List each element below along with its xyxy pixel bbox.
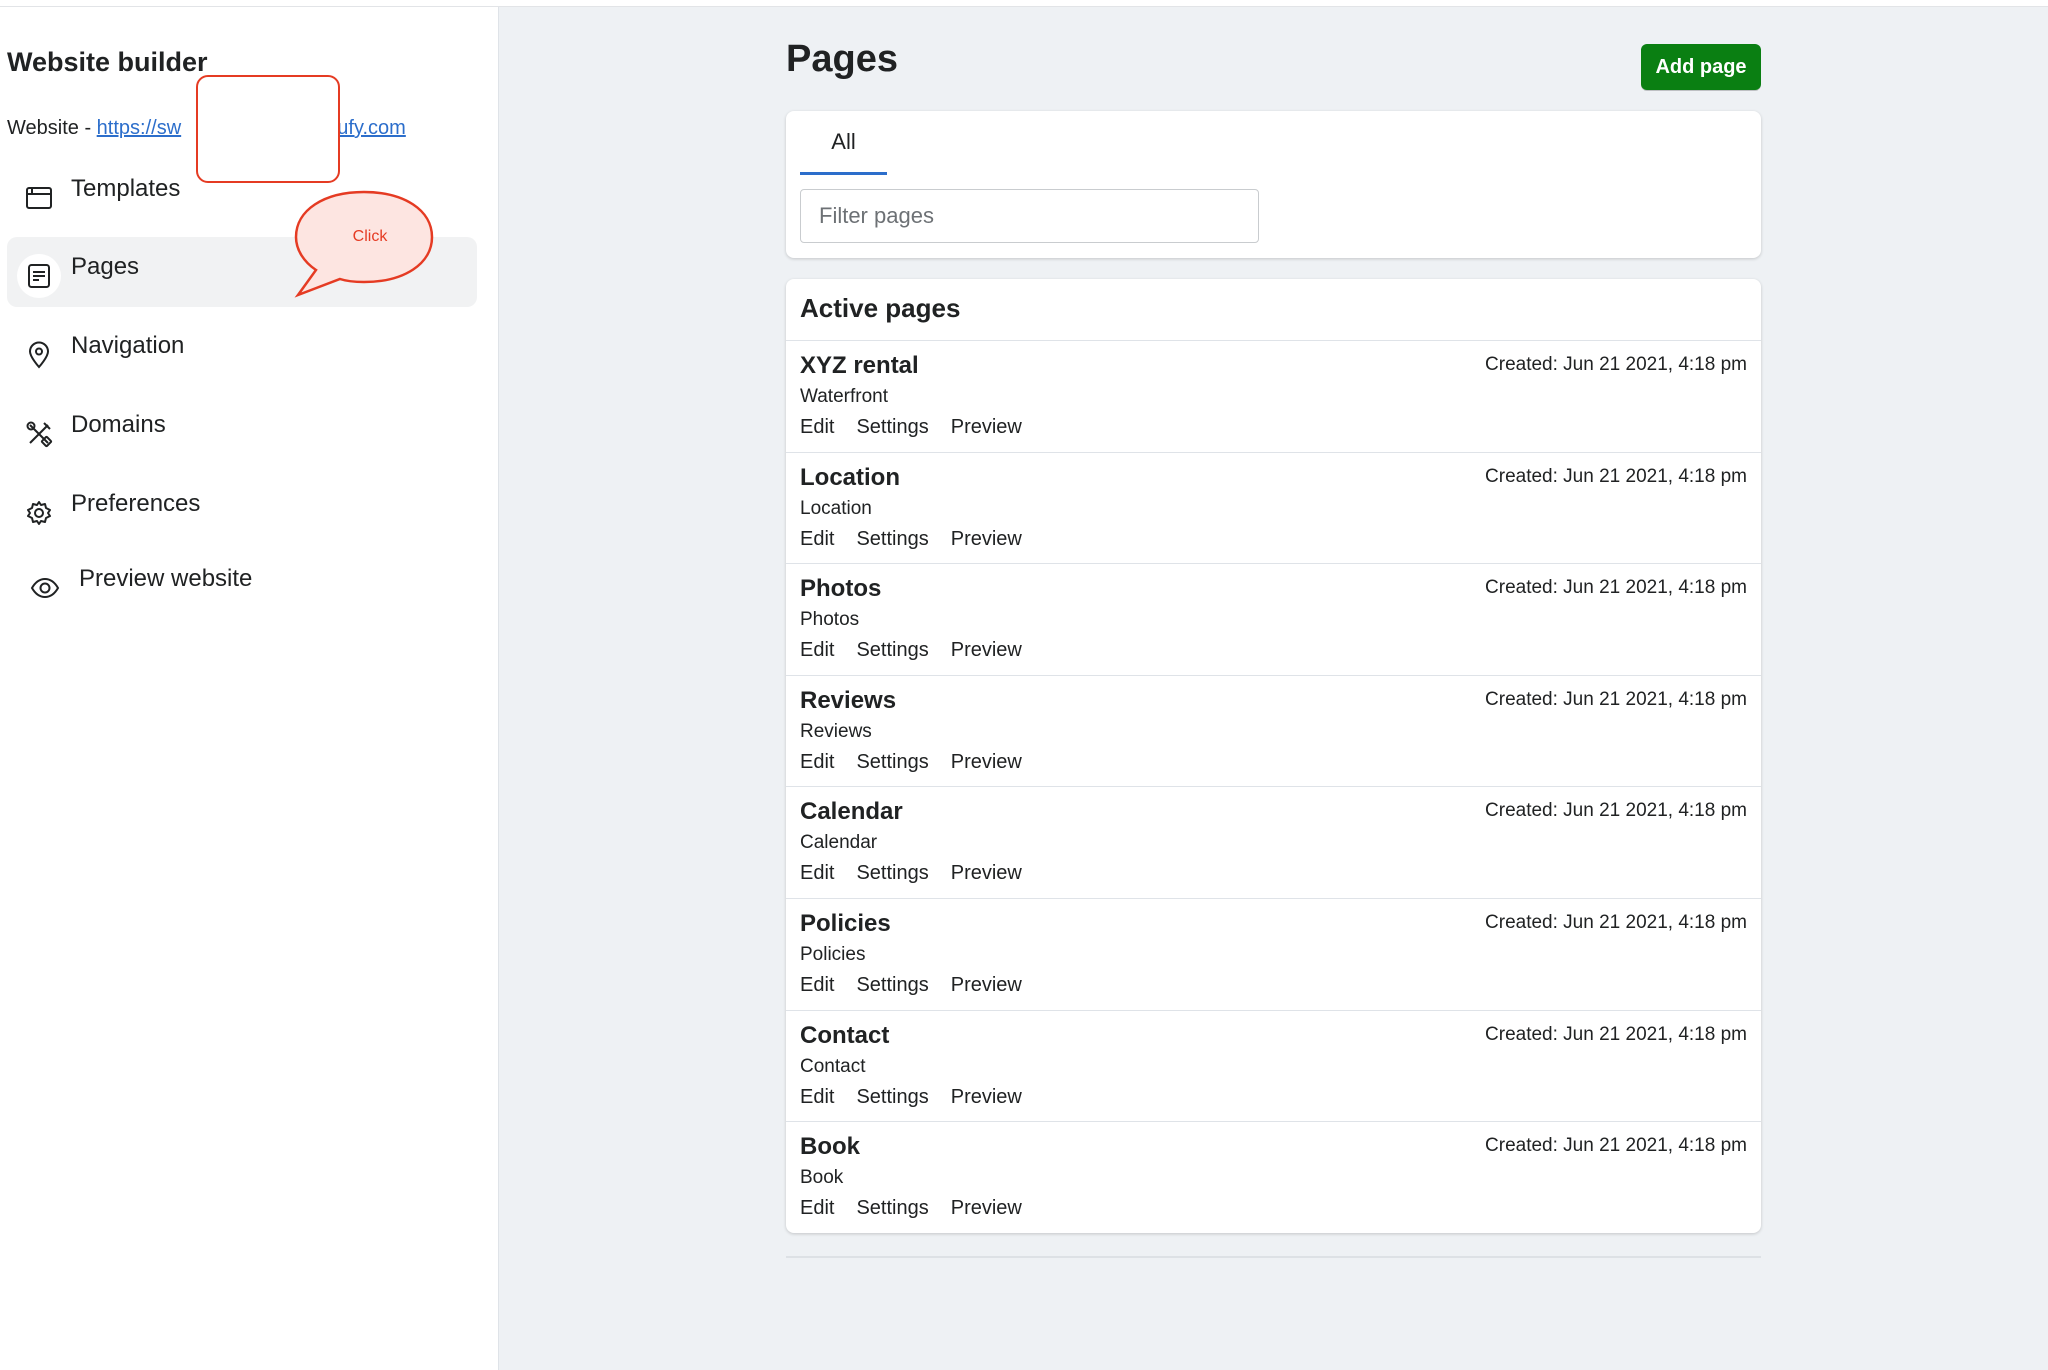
pages-list: XYZ rental Waterfront Created: Jun 21 20…: [786, 340, 1761, 1233]
add-page-button[interactable]: Add page: [1641, 44, 1761, 90]
row-actions: Edit Settings Preview: [800, 862, 1022, 885]
sidebar-item-label: Templates: [71, 175, 181, 202]
page-name: Photos: [800, 575, 882, 603]
sidebar-item-preferences[interactable]: Preferences: [7, 474, 477, 544]
row-actions: Edit Settings Preview: [800, 528, 1022, 551]
page-name: Contact: [800, 1021, 890, 1049]
settings-link[interactable]: Settings: [856, 974, 928, 997]
page-name: XYZ rental: [800, 352, 919, 379]
page-subtitle: Policies: [800, 943, 866, 965]
list-item: Calendar Calendar Created: Jun 21 2021, …: [786, 786, 1761, 898]
sidebar-item-label: Preferences: [71, 490, 201, 517]
page-created-date: Created: Jun 21 2021, 4:18 pm: [1485, 1023, 1747, 1045]
page-subtitle: Location: [800, 497, 872, 519]
sidebar-title: Website builder: [7, 47, 208, 77]
edit-link[interactable]: Edit: [800, 974, 834, 997]
sidebar-item-label: Domains: [71, 411, 166, 438]
page-subtitle: Contact: [800, 1055, 866, 1077]
list-item: Photos Photos Created: Jun 21 2021, 4:18…: [786, 563, 1761, 675]
sidebar-item-domains[interactable]: Domains: [7, 395, 477, 465]
edit-link[interactable]: Edit: [800, 528, 834, 551]
list-item: Reviews Reviews Created: Jun 21 2021, 4:…: [786, 674, 1761, 787]
tools-icon: [17, 412, 61, 456]
speech-bubble-text: Click: [352, 228, 388, 245]
row-actions: Edit Settings Preview: [800, 974, 1022, 997]
row-actions: Edit Settings Preview: [800, 1086, 1022, 1109]
settings-link[interactable]: Settings: [856, 862, 928, 885]
preview-link[interactable]: Preview: [951, 528, 1022, 551]
edit-link[interactable]: Edit: [800, 862, 834, 885]
page-subtitle: Waterfront: [800, 386, 888, 407]
page-created-date: Created: Jun 21 2021, 4:18 pm: [1485, 800, 1747, 822]
page-created-date: Created: Jun 21 2021, 4:18 pm: [1485, 465, 1747, 487]
preview-link[interactable]: Preview: [951, 1197, 1022, 1220]
location-pin-icon: [17, 333, 61, 377]
sidebar-item-label: Navigation: [71, 332, 185, 359]
document-icon: [17, 254, 61, 298]
settings-link[interactable]: Settings: [856, 1086, 928, 1109]
preview-link[interactable]: Preview: [951, 974, 1022, 997]
divider: [786, 1256, 1761, 1258]
page-name: Policies: [800, 909, 891, 937]
gear-icon: [17, 491, 61, 535]
preview-link[interactable]: Preview: [951, 1086, 1022, 1109]
edit-link[interactable]: Edit: [800, 1197, 834, 1220]
page-name: Reviews: [800, 686, 897, 714]
eye-icon: [23, 566, 67, 610]
tab-all[interactable]: All: [800, 111, 887, 175]
page-subtitle: Book: [800, 1167, 844, 1189]
page-name: Book: [800, 1133, 860, 1161]
edit-link[interactable]: Edit: [800, 416, 834, 439]
preview-link[interactable]: Preview: [951, 751, 1022, 774]
edit-link[interactable]: Edit: [800, 751, 834, 774]
sidebar-item-label: Pages: [71, 253, 140, 280]
website-url-prefix: Website -: [7, 117, 97, 139]
row-actions: Edit Settings Preview: [800, 416, 1022, 439]
page-created-date: Created: Jun 21 2021, 4:18 pm: [1485, 354, 1747, 375]
list-item: XYZ rental Waterfront Created: Jun 21 20…: [786, 340, 1761, 452]
page-name: Location: [800, 463, 900, 491]
settings-link[interactable]: Settings: [856, 751, 928, 774]
page-subtitle: Reviews: [800, 720, 872, 742]
settings-link[interactable]: Settings: [856, 1197, 928, 1220]
settings-link[interactable]: Settings: [856, 416, 928, 439]
settings-link[interactable]: Settings: [856, 639, 928, 662]
page-name: Calendar: [800, 798, 903, 826]
sidebar-item-label: Preview website: [79, 565, 253, 592]
edit-link[interactable]: Edit: [800, 639, 834, 662]
page-created-date: Created: Jun 21 2021, 4:18 pm: [1485, 577, 1747, 599]
row-actions: Edit Settings Preview: [800, 751, 1022, 774]
edit-link[interactable]: Edit: [800, 1086, 834, 1109]
preview-link[interactable]: Preview: [951, 862, 1022, 885]
list-item: Policies Policies Created: Jun 21 2021, …: [786, 897, 1761, 1010]
page-created-date: Created: Jun 21 2021, 4:18 pm: [1485, 911, 1747, 933]
preview-link[interactable]: Preview: [951, 416, 1022, 439]
list-item: Location Location Created: Jun 21 2021, …: [786, 451, 1761, 564]
list-item: Book Book Created: Jun 21 2021, 4:18 pm …: [786, 1121, 1761, 1233]
sidebar-item-navigation[interactable]: Navigation: [7, 316, 477, 386]
row-actions: Edit Settings Preview: [800, 1197, 1022, 1220]
sidebar-item-preview-website[interactable]: Preview website: [7, 549, 477, 619]
page-subtitle: Photos: [800, 609, 860, 631]
filter-pages-input[interactable]: [800, 189, 1259, 243]
page-created-date: Created: Jun 21 2021, 4:18 pm: [1485, 688, 1747, 710]
active-pages-card: Active pages XYZ rental Waterfront Creat…: [786, 279, 1761, 1233]
preview-link[interactable]: Preview: [951, 639, 1022, 662]
page-title: Pages: [786, 38, 898, 80]
filter-card: All: [786, 111, 1761, 258]
redaction-highlight-box: [196, 75, 340, 183]
top-bar: [0, 0, 2048, 7]
row-actions: Edit Settings Preview: [800, 639, 1022, 662]
page-created-date: Created: Jun 21 2021, 4:18 pm: [1485, 1135, 1747, 1157]
page-subtitle: Calendar: [800, 832, 878, 854]
list-item: Contact Contact Created: Jun 21 2021, 4:…: [786, 1009, 1761, 1122]
section-title: Active pages: [800, 293, 961, 323]
settings-link[interactable]: Settings: [856, 528, 928, 551]
browser-window-icon: [17, 176, 61, 220]
